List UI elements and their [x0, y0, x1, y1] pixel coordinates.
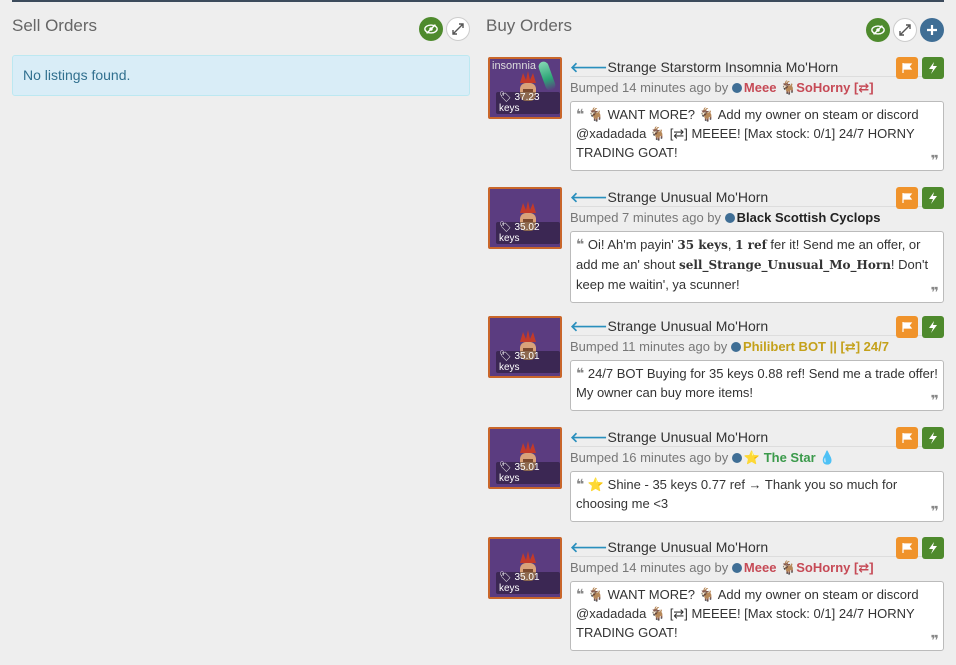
item-thumbnail[interactable]: 🏷 35.01 keys	[488, 537, 562, 599]
lightning-icon	[929, 321, 937, 333]
bumped-info: Bumped 14 minutes ago by Meee 🐐SoHorny […	[570, 80, 874, 95]
quote-open-icon: ❝	[576, 365, 585, 381]
expand-button[interactable]	[893, 18, 917, 42]
item-title[interactable]: 🡐Strange Unusual Mo'Horn	[570, 427, 944, 447]
bumped-info: Bumped 7 minutes ago by Black Scottish C…	[570, 210, 881, 225]
expand-button[interactable]	[446, 17, 470, 41]
add-listing-button[interactable]	[920, 18, 944, 42]
top-divider	[12, 0, 944, 2]
listing-message: ❝ Oi! Ah'm payin' 35 keys, 1 ref fer it!…	[570, 231, 944, 303]
listing-message: ❝ 24/7 BOT Buying for 35 keys 0.88 ref! …	[570, 360, 944, 411]
flag-icon	[902, 433, 913, 443]
price-tag: 🏷 37.23 keys	[496, 92, 560, 114]
report-button[interactable]	[896, 187, 918, 209]
unusual-effect-sparkle	[537, 60, 557, 92]
arrow-left-icon: 🡐	[570, 429, 608, 445]
plus-icon	[927, 25, 937, 35]
bumped-info: Bumped 11 minutes ago by Philibert BOT |…	[570, 339, 889, 354]
user-link[interactable]: ⭐ The Star 💧	[744, 450, 836, 465]
toggle-visibility-button[interactable]	[419, 17, 443, 41]
arrow-left-icon: 🡐	[570, 189, 608, 205]
listing-message: ❝ 🐐 WANT MORE? 🐐 Add my owner on steam o…	[570, 581, 944, 651]
item-title[interactable]: 🡐Strange Starstorm Insomnia Mo'Horn	[570, 57, 944, 77]
arrow-left-icon: 🡐	[570, 59, 608, 75]
status-dot	[730, 342, 741, 352]
expand-icon	[452, 23, 464, 35]
lightning-icon	[929, 62, 937, 74]
eye-slash-icon	[871, 25, 885, 35]
trade-offer-button[interactable]	[922, 316, 944, 338]
quote-close-icon: ❞	[930, 632, 939, 648]
quote-close-icon: ❞	[930, 392, 939, 408]
no-listings-alert: No listings found.	[12, 55, 470, 96]
status-dot	[731, 563, 742, 573]
quote-close-icon: ❞	[930, 503, 939, 519]
price-tag: 🏷 35.01 keys	[496, 572, 560, 594]
price-tag: 🏷 35.02 keys	[496, 222, 560, 244]
item-title[interactable]: 🡐Strange Unusual Mo'Horn	[570, 187, 944, 207]
item-thumbnail[interactable]: 🏷 35.02 keys	[488, 187, 562, 249]
item-title[interactable]: 🡐Strange Unusual Mo'Horn	[570, 537, 944, 557]
arrow-left-icon: 🡐	[570, 539, 608, 555]
quote-open-icon: ❝	[576, 106, 585, 122]
bumped-info: Bumped 14 minutes ago by Meee 🐐SoHorny […	[570, 560, 874, 575]
bumped-info: Bumped 16 minutes ago by ⭐ The Star 💧	[570, 450, 836, 465]
listing-message: ❝ ⭐ Shine - 35 keys 0.77 ref → Thank you…	[570, 471, 944, 522]
trade-offer-button[interactable]	[922, 537, 944, 559]
status-dot	[731, 83, 742, 93]
item-thumbnail[interactable]: 🏷 35.01 keys	[488, 427, 562, 489]
trade-offer-button[interactable]	[922, 57, 944, 79]
flag-icon	[902, 63, 913, 73]
lightning-icon	[929, 192, 937, 204]
item-title[interactable]: 🡐Strange Unusual Mo'Horn	[570, 316, 944, 336]
report-button[interactable]	[896, 537, 918, 559]
flag-icon	[902, 193, 913, 203]
flag-icon	[902, 543, 913, 553]
report-button[interactable]	[896, 57, 918, 79]
price-tag: 🏷 35.01 keys	[496, 462, 560, 484]
quote-close-icon: ❞	[930, 284, 939, 300]
user-link[interactable]: Philibert BOT || [⇄] 24/7	[743, 339, 889, 354]
trade-offer-button[interactable]	[922, 187, 944, 209]
report-button[interactable]	[896, 427, 918, 449]
quote-open-icon: ❝	[576, 586, 585, 602]
user-link[interactable]: Meee 🐐SoHorny [⇄]	[744, 80, 874, 95]
user-link[interactable]: Black Scottish Cyclops	[737, 210, 881, 225]
quote-open-icon: ❝	[576, 236, 585, 252]
user-link[interactable]: Meee 🐐SoHorny [⇄]	[744, 560, 874, 575]
sell-orders-title: Sell Orders	[12, 16, 98, 35]
expand-icon	[899, 24, 911, 36]
sell-orders-panel: Sell Orders No listings found.	[12, 14, 470, 96]
lightning-icon	[929, 432, 937, 444]
eye-slash-icon	[424, 24, 438, 34]
price-tag: 🏷 35.01 keys	[496, 351, 560, 373]
toggle-visibility-button[interactable]	[866, 18, 890, 42]
quote-open-icon: ❝	[576, 476, 585, 492]
trade-offer-button[interactable]	[922, 427, 944, 449]
item-thumbnail[interactable]: insomnia 🏷 37.23 keys	[488, 57, 562, 119]
quote-close-icon: ❞	[930, 152, 939, 168]
listing-message: ❝ 🐐 WANT MORE? 🐐 Add my owner on steam o…	[570, 101, 944, 171]
report-button[interactable]	[896, 316, 918, 338]
buy-orders-panel: Buy Orders insomnia 🏷 37.23 keys 🡐Strang…	[486, 14, 944, 651]
lightning-icon	[929, 542, 937, 554]
arrow-left-icon: 🡐	[570, 318, 608, 334]
status-dot	[724, 213, 735, 223]
item-thumbnail[interactable]: 🏷 35.01 keys	[488, 316, 562, 378]
flag-icon	[902, 322, 913, 332]
status-dot	[731, 453, 742, 463]
